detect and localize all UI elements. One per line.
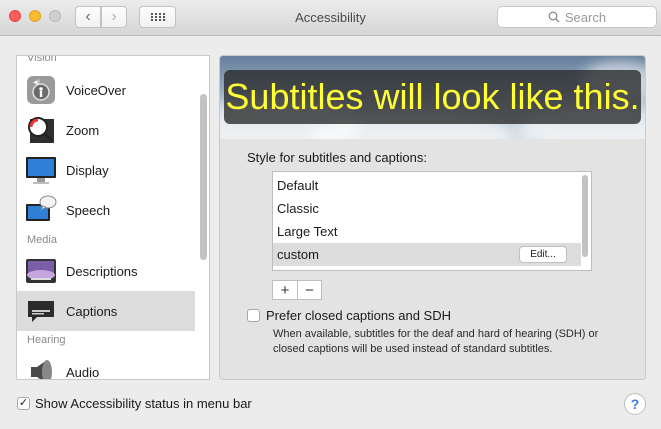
speech-icon [25,194,57,226]
sidebar-item-label: Display [66,162,109,178]
descriptions-icon [25,255,57,287]
svg-text:◀): ◀) [33,79,40,86]
add-style-button[interactable]: + [273,281,297,299]
search-icon [548,11,560,23]
captions-panel: Subtitles will look like this. Style for… [219,55,646,380]
sidebar-item-label: Zoom [66,122,100,138]
sidebar-item-label: Speech [66,202,111,218]
sidebar-header-hearing: Hearing [27,334,66,346]
sidebar-item-audio[interactable]: Audio [17,352,195,380]
title-bar: ‹ › Accessibility Search [0,0,661,36]
style-list-scrollbar[interactable] [582,175,588,257]
sidebar-item-label: Captions [66,303,118,319]
style-option-custom[interactable]: custom Edit... [273,243,581,266]
sdh-option[interactable]: Prefer closed captions and SDH [247,308,451,323]
sidebar-item-speech[interactable]: Speech [17,190,195,230]
status-checkbox[interactable]: ✓ [17,397,30,410]
sdh-checkbox[interactable] [247,309,260,322]
sdh-description: When available, subtitles for the deaf a… [273,328,599,355]
checkmark-icon: ✓ [18,397,29,409]
status-menu-option[interactable]: ✓ Show Accessibility status in menu bar [17,396,252,411]
add-remove-group: + − [272,280,322,300]
style-option-label: custom [277,247,319,262]
sidebar-scrollbar[interactable] [200,94,207,260]
sidebar-item-voiceover[interactable]: ◀) VoiceOver [17,70,195,110]
audio-icon [25,356,57,379]
sidebar-header-vision: Vision [27,55,57,64]
style-option-classic[interactable]: Classic [273,197,581,220]
search-placeholder: Search [564,9,607,25]
remove-style-button[interactable]: − [297,281,321,299]
sidebar-item-descriptions[interactable]: Descriptions [17,251,195,291]
style-option-large-text[interactable]: Large Text [273,220,581,243]
status-label[interactable]: Show Accessibility status in menu bar [35,396,252,411]
style-option-default[interactable]: Default [273,174,581,197]
sidebar-header-media: Media [27,234,57,246]
zoom-icon [25,114,57,146]
edit-style-button[interactable]: Edit... [519,246,567,263]
sidebar-item-zoom[interactable]: Zoom [17,110,195,150]
voiceover-icon: ◀) [25,74,57,106]
sidebar-item-label: VoiceOver [66,82,126,98]
sidebar-item-captions[interactable]: Captions [17,291,195,331]
subtitle-preview-text: Subtitles will look like this. [225,76,640,117]
search-field[interactable]: Search [497,6,657,28]
sidebar-item-label: Audio [66,364,100,380]
display-icon [25,154,57,186]
captions-icon [25,295,57,327]
style-label: Style for subtitles and captions: [247,150,427,165]
sidebar[interactable]: Vision ◀) VoiceOver Zoom Display Speech … [16,55,210,380]
subtitle-preview: Subtitles will look like this. [220,56,645,139]
sidebar-item-display[interactable]: Display [17,150,195,190]
subtitle-preview-box: Subtitles will look like this. [224,70,641,124]
help-button[interactable]: ? [624,393,646,415]
sdh-label[interactable]: Prefer closed captions and SDH [266,308,451,323]
sidebar-item-label: Descriptions [66,263,138,279]
style-list[interactable]: Default Classic Large Text custom Edit..… [272,171,592,271]
